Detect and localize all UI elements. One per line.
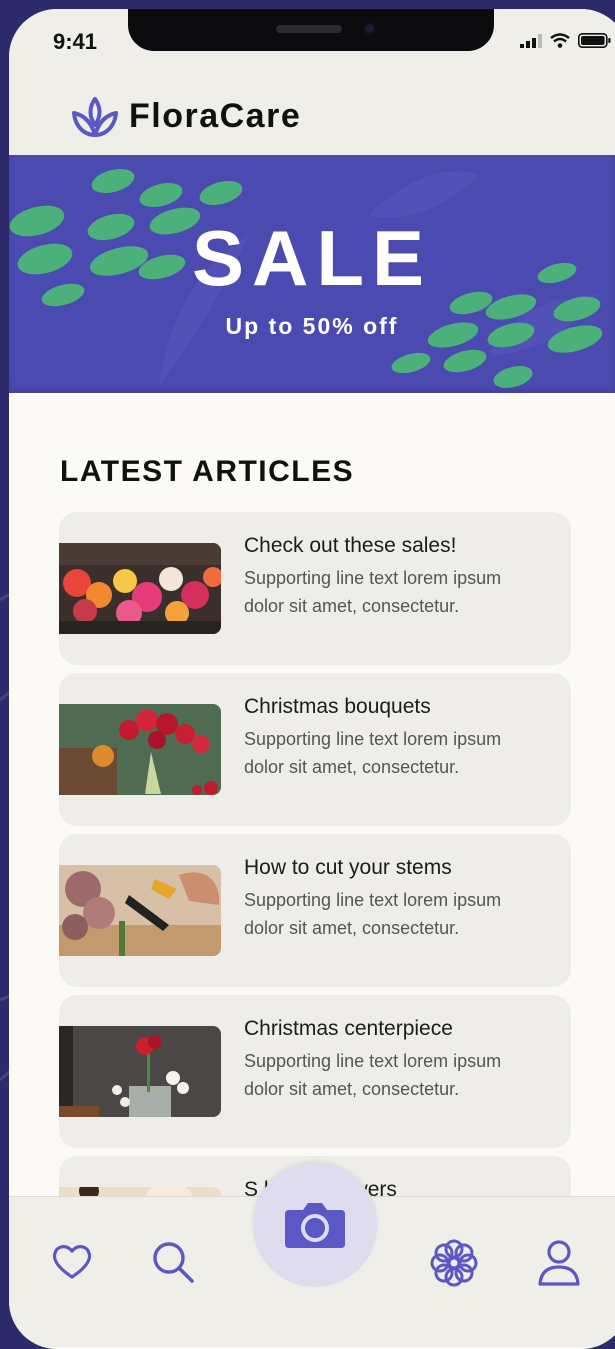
article-description: Supporting line text lorem ipsum dolor s…: [244, 568, 502, 616]
signal-icon: [520, 34, 542, 48]
battery-icon: [578, 33, 611, 48]
article-title: How to cut your stems: [244, 856, 452, 879]
article-thumbnail: [59, 865, 221, 956]
article-thumbnail: [59, 704, 221, 795]
phone-frame: 9:41 FloraCare SALE Up to 50% off LATEST…: [9, 9, 615, 1349]
article-thumbnail: [59, 1026, 221, 1117]
section-title: LATEST ARTICLES: [60, 455, 355, 488]
article-title: Check out these sales!: [244, 534, 457, 557]
sale-banner[interactable]: SALE Up to 50% off: [9, 155, 615, 393]
banner-subtitle: Up to 50% off: [225, 313, 399, 339]
banner-title: SALE: [191, 214, 433, 302]
search-icon[interactable]: [150, 1239, 196, 1285]
heart-icon[interactable]: [51, 1243, 93, 1281]
brand-name: FloraCare: [129, 97, 302, 135]
status-bar: 9:41: [9, 9, 615, 79]
app-header: FloraCare: [9, 79, 615, 155]
wifi-icon: [550, 33, 570, 48]
profile-icon[interactable]: [537, 1239, 581, 1287]
article-description: Supporting line text lorem ipsum dolor s…: [244, 890, 502, 938]
status-time: 9:41: [53, 29, 98, 54]
article-card[interactable]: How to cut your stems Supporting line te…: [59, 834, 571, 987]
front-camera: [362, 21, 377, 36]
article-title: Christmas centerpiece: [244, 1017, 453, 1040]
speaker: [276, 25, 342, 33]
article-description: Supporting line text lorem ipsum dolor s…: [244, 729, 502, 777]
notch: [128, 9, 494, 51]
article-card[interactable]: Christmas bouquets Supporting line text …: [59, 673, 571, 826]
status-icons: [520, 33, 611, 48]
lotus-logo-icon: [72, 97, 118, 137]
camera-button[interactable]: [253, 1163, 377, 1287]
article-title: Christmas bouquets: [244, 695, 431, 718]
article-card[interactable]: Check out these sales! Supporting line t…: [59, 512, 571, 665]
camera-icon: [285, 1203, 345, 1248]
article-card[interactable]: Christmas centerpiece Supporting line te…: [59, 995, 571, 1148]
article-thumbnail: [59, 543, 221, 634]
bottom-navigation: [9, 1163, 615, 1347]
flower-icon[interactable]: [430, 1239, 478, 1287]
article-description: Supporting line text lorem ipsum dolor s…: [244, 1051, 502, 1099]
